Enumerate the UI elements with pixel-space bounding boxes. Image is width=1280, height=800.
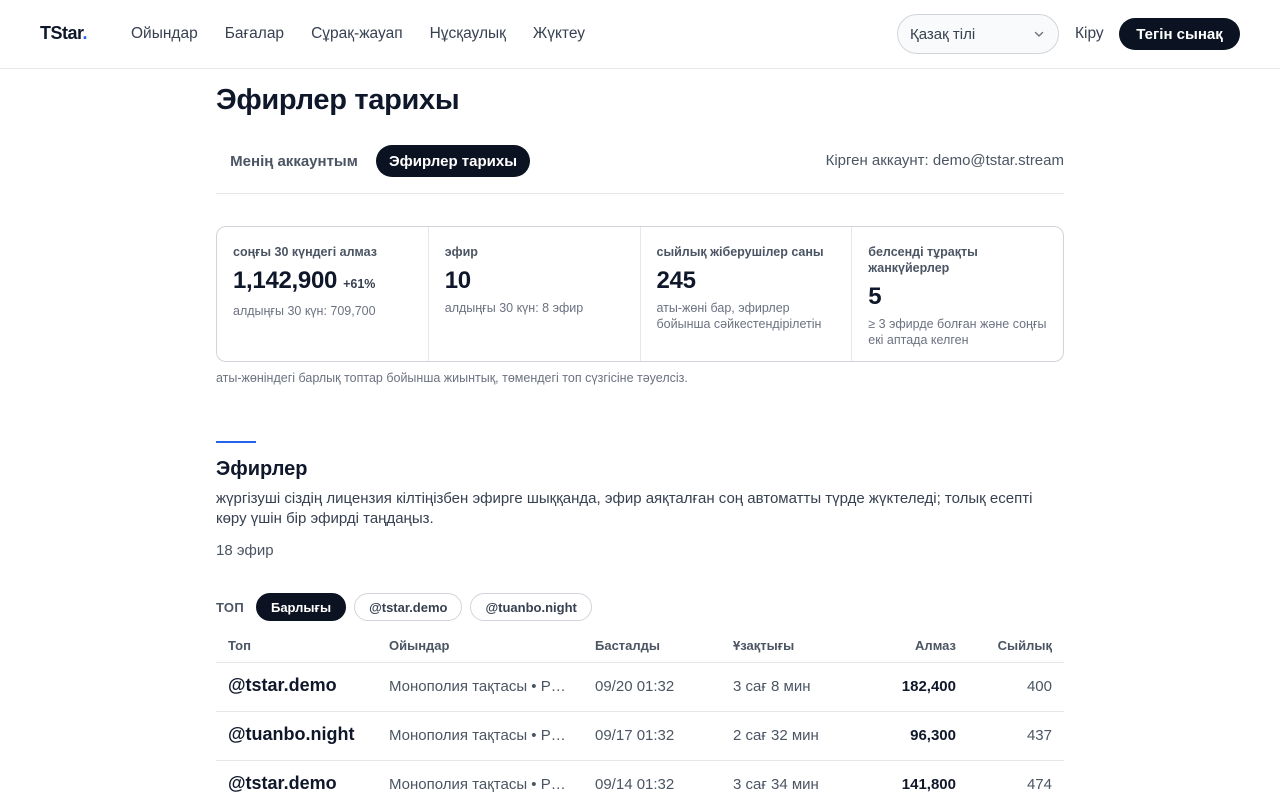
- nav-item-pricing[interactable]: Бағалар: [225, 25, 284, 43]
- row-games: Монополия тақтасы • Р…: [389, 776, 566, 793]
- stat-label: эфир: [444, 245, 478, 259]
- stat-subtext: аты-жөні бар, эфирлер бойынша сәйкестенд…: [656, 301, 822, 331]
- stat-card-diamonds: соңғы 30 күндегі алмаз 1,142,900 +61% алд…: [217, 227, 429, 361]
- stat-label: соңғы 30 күндегі алмаз: [233, 245, 377, 259]
- table-header: Топ Ойындар Басталды Ұзақтығы Алмаз Сыйл…: [216, 630, 1064, 663]
- row-games: Монополия тақтасы • Р…: [389, 678, 566, 695]
- nav-item-games[interactable]: Ойындар: [131, 25, 198, 43]
- account-tabs: Менің аккаунтым Эфирлер тарихы Кірген ак…: [216, 145, 1064, 194]
- stat-subtext: алдыңғы 30 күн: 709,700: [233, 304, 376, 318]
- free-trial-button[interactable]: Тегін сынақ: [1119, 18, 1240, 50]
- table-row[interactable]: @tuanbo.night Монополия тақтасы • Р… 09/…: [216, 712, 1064, 761]
- row-started: 09/14 01:32: [595, 776, 675, 793]
- filter-chip-tuanbo-night[interactable]: @tuanbo.night: [470, 593, 592, 621]
- streams-table: Топ Ойындар Басталды Ұзақтығы Алмаз Сыйл…: [216, 630, 1064, 800]
- column-header-started: Басталды: [595, 638, 661, 653]
- logo[interactable]: TStar.: [40, 23, 87, 44]
- tab-my-account[interactable]: Менің аккаунтым: [216, 145, 372, 177]
- stat-value: 10: [444, 267, 471, 294]
- stats-footnote: аты-жөніндегі барлық топтар бойынша жиын…: [216, 371, 688, 385]
- row-games: Монополия тақтасы • Р…: [389, 727, 566, 744]
- language-select-value: Қазақ тілі: [910, 25, 976, 43]
- row-duration: 2 сағ 32 мин: [733, 727, 819, 744]
- column-header-duration: Ұзақтығы: [733, 638, 795, 653]
- stat-label: сыйлық жіберушілер саны: [656, 245, 824, 259]
- row-diamonds: 96,300: [910, 727, 956, 744]
- page-title: Эфирлер тарихы: [216, 84, 460, 116]
- chevron-down-icon: [1034, 31, 1044, 37]
- host-filter: ТОП Барлығы @tstar.demo @tuanbo.night: [216, 593, 600, 621]
- row-duration: 3 сағ 34 мин: [733, 776, 819, 793]
- row-duration: 3 сағ 8 мин: [733, 678, 811, 695]
- logo-dot: .: [82, 23, 88, 43]
- section-description: жүргізуші сіздің лицензия кілтіңізбен эф…: [216, 490, 1033, 527]
- stats-panel: соңғы 30 күндегі алмаз 1,142,900 +61% алд…: [216, 226, 1064, 362]
- logo-text: TStar: [40, 23, 83, 43]
- stat-value: 5: [868, 283, 882, 310]
- column-header-games: Ойындар: [389, 638, 450, 653]
- column-header-host: Топ: [228, 638, 251, 653]
- login-link[interactable]: Кіру: [1075, 25, 1104, 43]
- table-row[interactable]: @tstar.demo Монополия тақтасы • Р… 09/20…: [216, 663, 1064, 712]
- tab-stream-history[interactable]: Эфирлер тарихы: [376, 145, 530, 177]
- column-header-gifts: Сыйлық: [997, 638, 1052, 653]
- stat-subtext: ≥ 3 эфирде болған және соңғы екі аптада …: [868, 317, 1047, 347]
- row-diamonds: 182,400: [901, 678, 956, 695]
- section-accent-line: [216, 441, 256, 443]
- stat-subtext: алдыңғы 30 күн: 8 эфир: [444, 301, 584, 315]
- stat-delta: +61%: [343, 277, 376, 291]
- row-gifts: 437: [1026, 727, 1052, 744]
- row-host: @tstar.demo: [228, 675, 337, 695]
- section-title: Эфирлер: [216, 458, 308, 480]
- stat-label: белсенді тұрақты жанкүйерлер: [868, 245, 978, 275]
- row-started: 09/17 01:32: [595, 727, 675, 744]
- stat-card-regular-fans: белсенді тұрақты жанкүйерлер 5 ≥ 3 эфирд…: [852, 227, 1063, 361]
- table-row[interactable]: @tstar.demo Монополия тақтасы • Р… 09/14…: [216, 761, 1064, 800]
- stream-count: 18 эфир: [216, 542, 274, 559]
- nav-item-faq[interactable]: Сұрақ-жауап: [311, 25, 403, 43]
- stat-value: 245: [656, 267, 696, 294]
- main-nav: Ойындар Бағалар Сұрақ-жауап Нұсқаулық Жү…: [131, 25, 612, 43]
- stat-value: 1,142,900 +61%: [233, 266, 412, 299]
- row-started: 09/20 01:32: [595, 678, 675, 695]
- nav-item-download[interactable]: Жүктеу: [533, 25, 585, 43]
- top-bar: TStar. Ойындар Бағалар Сұрақ-жауап Нұсқа…: [0, 0, 1280, 69]
- filter-chip-all[interactable]: Барлығы: [255, 593, 347, 621]
- stat-value-number: 1,142,900: [233, 267, 338, 294]
- filter-label: ТОП: [216, 599, 244, 615]
- filter-chip-tstar-demo[interactable]: @tstar.demo: [354, 593, 463, 621]
- row-diamonds: 141,800: [901, 776, 956, 793]
- language-select[interactable]: Қазақ тілі: [897, 14, 1059, 54]
- stat-card-streams: эфир 10 алдыңғы 30 күн: 8 эфир: [429, 227, 641, 361]
- row-gifts: 400: [1026, 678, 1052, 695]
- row-host: @tstar.demo: [228, 773, 337, 793]
- row-gifts: 474: [1026, 776, 1052, 793]
- column-header-diamonds: Алмаз: [915, 638, 956, 653]
- signed-in-account: Кірген аккаунт: demo@tstar.stream: [825, 152, 1064, 169]
- row-host: @tuanbo.night: [228, 724, 355, 744]
- nav-item-guide[interactable]: Нұсқаулық: [430, 25, 506, 43]
- stat-card-gifters: сыйлық жіберушілер саны 245 аты-жөні бар…: [641, 227, 853, 361]
